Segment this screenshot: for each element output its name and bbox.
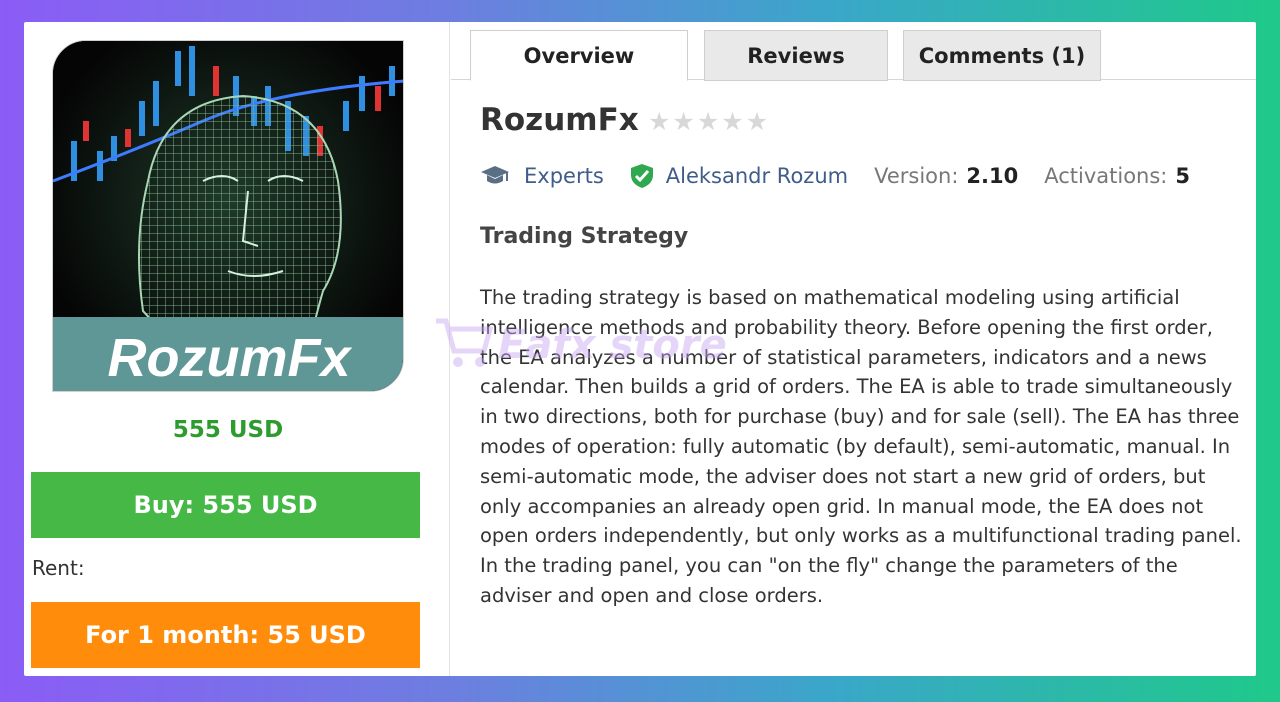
product-image-label: RozumFx	[108, 328, 353, 388]
product-meta: Experts Aleksandr Rozum Version: 2.10 Ac…	[480, 160, 1190, 192]
rent-label: Rent:	[32, 556, 85, 580]
product-image[interactable]: RozumFx	[52, 40, 404, 392]
author-link[interactable]: Aleksandr Rozum	[666, 164, 848, 188]
product-card: RozumFx 555 USD Buy: 555 USD Rent: For 1…	[24, 22, 1256, 676]
activations-value: 5	[1175, 164, 1191, 188]
tab-comments[interactable]: Comments (1)	[903, 30, 1101, 81]
version-value: 2.10	[966, 164, 1019, 188]
graduation-cap-icon	[480, 164, 514, 188]
tab-bar: Overview Reviews Comments (1)	[451, 22, 1256, 81]
star-icon[interactable]: ★	[746, 108, 768, 136]
product-sidebar: RozumFx 555 USD Buy: 555 USD Rent: For 1…	[24, 22, 450, 676]
product-description: The trading strategy is based on mathema…	[480, 286, 1242, 607]
category-link[interactable]: Experts	[524, 164, 604, 188]
version-label: Version:	[874, 164, 959, 188]
buy-button[interactable]: Buy: 555 USD	[31, 472, 420, 538]
star-icon[interactable]: ★	[648, 108, 670, 136]
product-price: 555 USD	[172, 417, 284, 443]
section-heading: Trading Strategy	[480, 224, 689, 249]
rating-stars[interactable]: ★ ★ ★ ★ ★	[648, 108, 768, 136]
rent-1-month-button[interactable]: For 1 month: 55 USD	[31, 602, 420, 668]
activations-label: Activations:	[1044, 164, 1168, 188]
star-icon[interactable]: ★	[697, 108, 719, 136]
star-icon[interactable]: ★	[672, 108, 694, 136]
star-icon[interactable]: ★	[721, 108, 743, 136]
verified-shield-icon	[630, 163, 658, 189]
tab-overview[interactable]: Overview	[470, 30, 688, 81]
tab-reviews[interactable]: Reviews	[704, 30, 888, 81]
product-title: RozumFx	[480, 102, 639, 138]
